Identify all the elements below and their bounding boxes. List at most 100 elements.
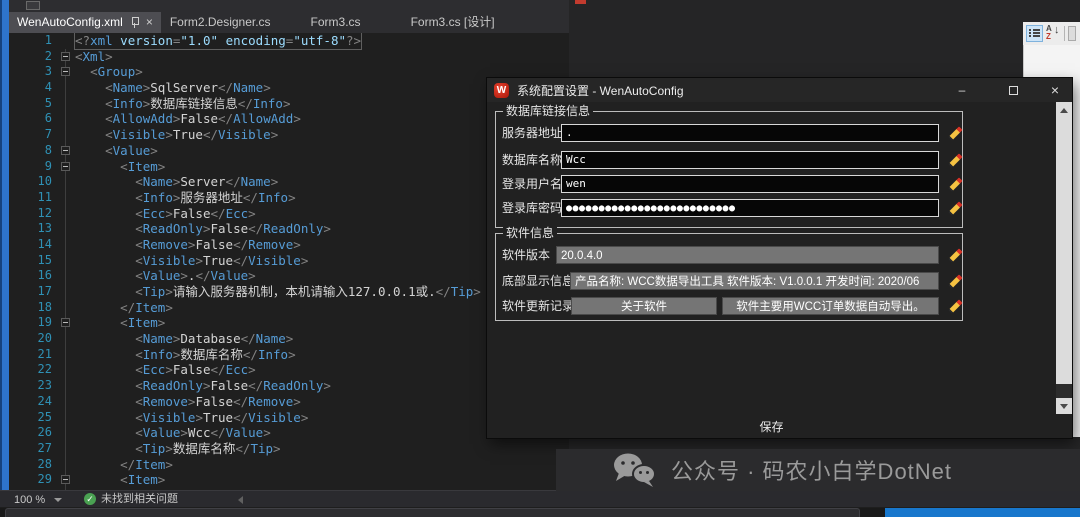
code-line[interactable]: 11 <Info>服务器地址</Info> [9, 190, 569, 206]
edit-pencil-icon[interactable] [948, 273, 964, 289]
edit-pencil-icon[interactable] [948, 247, 964, 263]
scroll-up-icon[interactable] [1056, 102, 1072, 118]
code-line[interactable]: 27 <Tip>数据库名称</Tip> [9, 441, 569, 457]
code-text: <Name>Database</Name> [75, 331, 293, 347]
code-line[interactable]: 29 <Item> [9, 472, 569, 488]
edit-pencil-icon[interactable] [948, 200, 964, 216]
update-notes-field[interactable]: 软件主要用WCC订单数据自动导出。 [722, 297, 939, 315]
code-line[interactable]: 22 <Ecc>False</Ecc> [9, 362, 569, 378]
fold-margin [58, 284, 75, 300]
fold-margin [58, 111, 75, 127]
code-line[interactable]: 16 <Value>.</Value> [9, 268, 569, 284]
health-message: 未找到相关问题 [101, 491, 178, 508]
close-button[interactable]: × [1043, 79, 1067, 101]
line-number: 22 [9, 362, 58, 378]
collapse-icon[interactable] [61, 67, 70, 76]
dialog-scrollbar[interactable] [1056, 102, 1072, 414]
code-line[interactable]: 21 <Info>数据库名称</Info> [9, 347, 569, 363]
scroll-down-icon[interactable] [1056, 398, 1072, 414]
line-number: 27 [9, 441, 58, 457]
code-line[interactable]: 15 <Visible>True</Visible> [9, 253, 569, 269]
fold-margin [58, 143, 75, 159]
editor-tab[interactable]: Form3.cs [302, 12, 370, 33]
code-line[interactable]: 14 <Remove>False</Remove> [9, 237, 569, 253]
text-field[interactable]: Wcc [561, 151, 939, 169]
xml-code-editor[interactable]: 1<?xml version="1.0" encoding="utf-8"?>2… [9, 33, 569, 490]
edit-pencil-icon[interactable] [948, 125, 964, 141]
text-field[interactable]: wen [561, 175, 939, 193]
edit-pencil-icon[interactable] [948, 176, 964, 192]
sort-alphabetical-icon[interactable]: A Z ↓ [1046, 25, 1061, 42]
text-field[interactable]: 20.0.4.0 [556, 246, 939, 264]
dialog-title-bar[interactable]: W 系统配置设置 - WenAutoConfig – × [487, 78, 1072, 102]
form-row: 登录库密码●●●●●●●●●●●●●●●●●●●●●●●●●● [496, 199, 962, 218]
red-marker [575, 0, 586, 4]
collapse-icon[interactable] [61, 318, 70, 327]
code-line[interactable]: 23 <ReadOnly>False</ReadOnly> [9, 378, 569, 394]
code-line[interactable]: 20 <Name>Database</Name> [9, 331, 569, 347]
code-line[interactable]: 6 <AllowAdd>False</AllowAdd> [9, 111, 569, 127]
collapse-icon[interactable] [61, 52, 70, 61]
scrollbar-thumb[interactable] [1056, 118, 1072, 384]
code-line[interactable]: 28 </Item> [9, 457, 569, 473]
text-field[interactable]: 产品名称: WCC数据导出工具 软件版本: V1.0.0.1 开发时间: 202… [570, 272, 939, 290]
close-tab-icon[interactable]: × [146, 12, 153, 33]
code-text: <Visible>True</Visible> [75, 127, 278, 143]
pin-icon[interactable] [130, 17, 139, 28]
code-line[interactable]: 5 <Info>数据库链接信息</Info> [9, 96, 569, 112]
zoom-level-dropdown[interactable]: 100 % [14, 491, 62, 508]
groupbox-legend: 软件信息 [503, 226, 557, 241]
code-line[interactable]: 17 <Tip>请输入服务器机制，本机请输入127.0.0.1或.</Tip> [9, 284, 569, 300]
code-text: <Item> [75, 159, 165, 175]
line-number: 29 [9, 472, 58, 488]
code-text: <Info>数据库链接信息</Info> [75, 96, 291, 112]
line-number: 16 [9, 268, 58, 284]
code-line[interactable]: 24 <Remove>False</Remove> [9, 394, 569, 410]
about-software-field[interactable]: 关于软件 [571, 297, 717, 315]
software-info-groupbox: 软件信息 软件版本20.0.4.0底部显示信息产品名称: WCC数据导出工具 软… [495, 233, 963, 321]
edit-pencil-icon[interactable] [948, 298, 964, 314]
maximize-button[interactable] [1001, 79, 1025, 101]
code-line[interactable]: 18 </Item> [9, 300, 569, 316]
fold-margin [58, 80, 75, 96]
code-line[interactable]: 12 <Ecc>False</Ecc> [9, 206, 569, 222]
editor-tab[interactable]: Form3.cs [设计] [402, 12, 504, 33]
line-number: 19 [9, 315, 58, 331]
code-text: </Item> [75, 300, 173, 316]
edit-pencil-icon[interactable] [948, 152, 964, 168]
form-row: 登录用户名wen [496, 175, 962, 194]
code-text: <Info>数据库名称</Info> [75, 347, 296, 363]
code-line[interactable]: 19 <Item> [9, 315, 569, 331]
hscroll-left-arrow-icon[interactable] [238, 496, 243, 504]
code-line[interactable]: 10 <Name>Server</Name> [9, 174, 569, 190]
minimize-button[interactable]: – [950, 79, 974, 101]
code-text: <Tip>请输入服务器机制，本机请输入127.0.0.1或.</Tip> [75, 284, 481, 300]
password-field[interactable]: ●●●●●●●●●●●●●●●●●●●●●●●●●● [561, 199, 939, 217]
save-button[interactable]: 保存 [487, 419, 1056, 436]
code-line[interactable]: 4 <Name>SqlServer</Name> [9, 80, 569, 96]
categorized-icon[interactable] [1026, 25, 1043, 42]
code-line[interactable]: 9 <Item> [9, 159, 569, 175]
dialog-title: 系统配置设置 - WenAutoConfig [517, 82, 684, 99]
editor-tab[interactable]: WenAutoConfig.xml × [9, 12, 161, 33]
tab-label: WenAutoConfig.xml [17, 12, 123, 33]
code-line[interactable]: 25 <Visible>True</Visible> [9, 410, 569, 426]
code-line[interactable]: 1<?xml version="1.0" encoding="utf-8"?> [9, 33, 569, 49]
tab-label: Form2.Designer.cs [170, 15, 271, 29]
code-line[interactable]: 2<Xml> [9, 49, 569, 65]
code-line[interactable]: 7 <Visible>True</Visible> [9, 127, 569, 143]
collapse-icon[interactable] [61, 162, 70, 171]
text-field[interactable]: . [561, 124, 939, 142]
fold-margin [58, 472, 75, 488]
editor-tab[interactable]: Form2.Designer.cs [161, 12, 280, 33]
code-line[interactable]: 13 <ReadOnly>False</ReadOnly> [9, 221, 569, 237]
code-line[interactable]: 26 <Value>Wcc</Value> [9, 425, 569, 441]
line-number: 11 [9, 190, 58, 206]
code-line[interactable]: 3 <Group> [9, 64, 569, 80]
collapse-icon[interactable] [61, 475, 70, 484]
zoom-level-value: 100 % [14, 492, 45, 508]
code-text: <Info>服务器地址</Info> [75, 190, 296, 206]
code-line[interactable]: 8 <Value> [9, 143, 569, 159]
collapse-icon[interactable] [61, 146, 70, 155]
document-tab-bar: WenAutoConfig.xml × Form2.Designer.cs Form3… [9, 12, 569, 33]
